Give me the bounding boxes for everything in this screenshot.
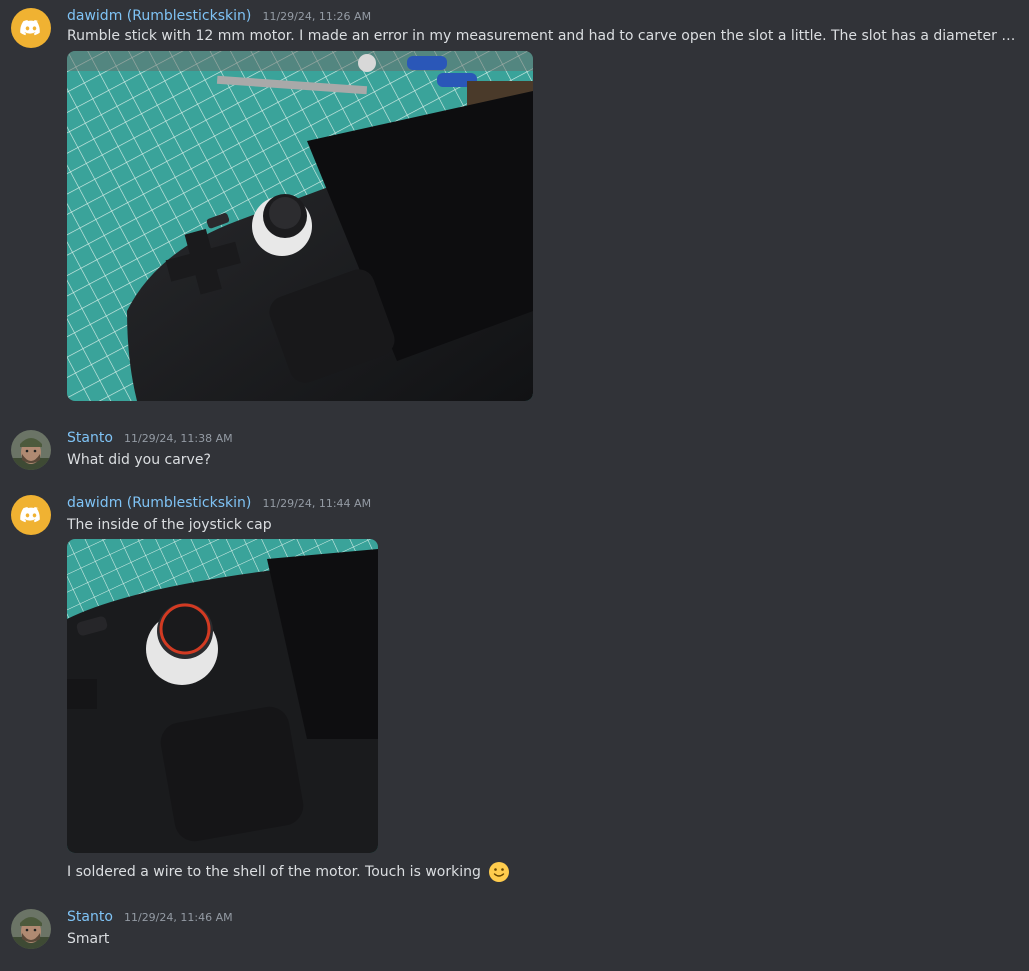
discord-logo-icon (20, 20, 40, 36)
user-photo-avatar (11, 909, 51, 949)
username[interactable]: Stanto (67, 430, 113, 446)
image-attachment[interactable] (67, 539, 378, 853)
message-header: dawidm (Rumblestickskin) 11/29/24, 11:26… (67, 6, 371, 26)
message-text: What did you carve? (67, 452, 211, 468)
message-header: Stanto 11/29/24, 11:38 AM (67, 428, 233, 448)
user-photo-avatar (11, 430, 51, 470)
message-text: Rumble stick with 12 mm motor. I made an… (67, 28, 1021, 44)
message-text: The inside of the joystick cap (67, 517, 272, 533)
avatar[interactable] (11, 8, 51, 48)
message: dawidm (Rumblestickskin) 11/29/24, 11:26… (0, 0, 1029, 410)
avatar[interactable] (11, 495, 51, 535)
avatar[interactable] (11, 909, 51, 949)
attachment-photo-steam-deck (67, 51, 533, 401)
message: dawidm (Rumblestickskin) 11/29/24, 11:44… (0, 487, 1029, 887)
followup-text: I soldered a wire to the shell of the mo… (67, 864, 481, 880)
timestamp[interactable]: 11/29/24, 11:46 AM (124, 911, 233, 924)
discord-logo-icon (20, 507, 40, 523)
username[interactable]: Stanto (67, 909, 113, 925)
attachment-photo-joystick (67, 539, 378, 853)
message-text: Smart (67, 931, 110, 947)
image-attachment[interactable] (67, 51, 533, 401)
chat-message-list: dawidm (Rumblestickskin) 11/29/24, 11:26… (0, 0, 1029, 971)
message-header: dawidm (Rumblestickskin) 11/29/24, 11:44… (67, 493, 371, 513)
timestamp[interactable]: 11/29/24, 11:38 AM (124, 432, 233, 445)
avatar[interactable] (11, 430, 51, 470)
message: Stanto 11/29/24, 11:38 AM What did you c… (0, 422, 1029, 472)
message-header: Stanto 11/29/24, 11:46 AM (67, 907, 233, 927)
timestamp[interactable]: 11/29/24, 11:44 AM (262, 497, 371, 510)
message: Stanto 11/29/24, 11:46 AM Smart (0, 901, 1029, 961)
slightly-smiling-face-emoji-icon[interactable] (488, 861, 510, 883)
username[interactable]: dawidm (Rumblestickskin) (67, 8, 251, 24)
message-text: I soldered a wire to the shell of the mo… (67, 861, 1021, 883)
timestamp[interactable]: 11/29/24, 11:26 AM (262, 10, 371, 23)
username[interactable]: dawidm (Rumblestickskin) (67, 495, 251, 511)
